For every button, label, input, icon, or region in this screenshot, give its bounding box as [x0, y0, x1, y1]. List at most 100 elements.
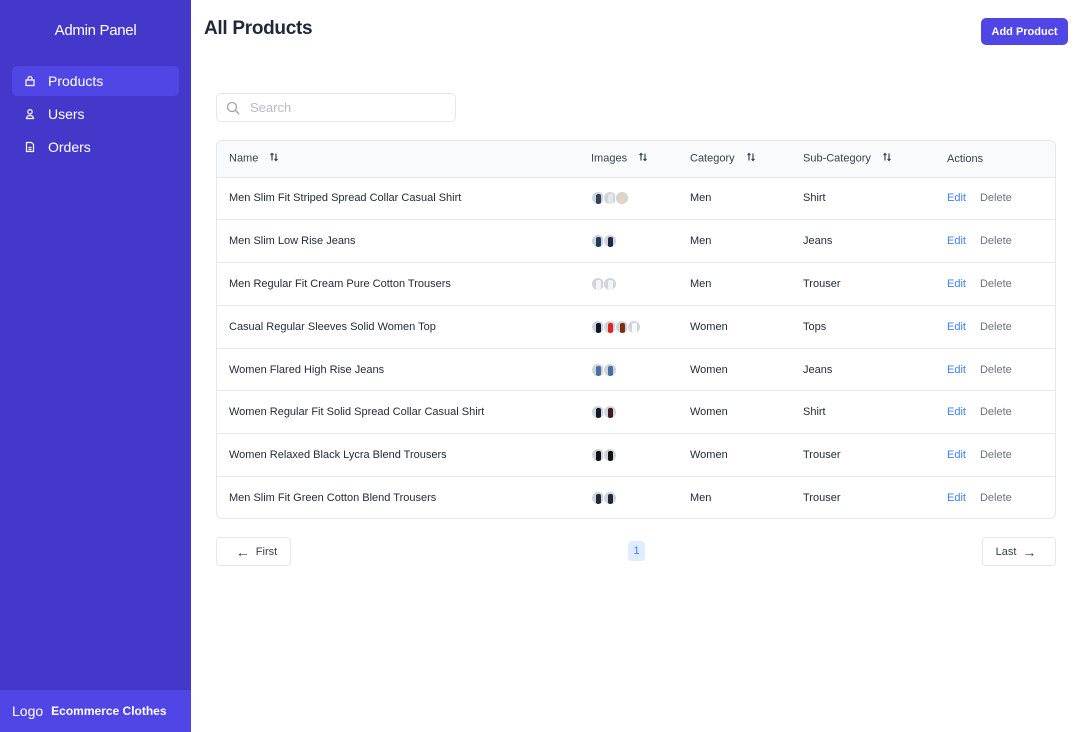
table-row: Men Slim Low Rise Jeans Men Jeans Edit Delet… — [217, 220, 1055, 263]
product-name: Women Flared High Rise Jeans — [229, 363, 385, 376]
add-product-button[interactable]: Add Product — [981, 18, 1068, 45]
arrow-right-icon: → — [1022, 543, 1037, 560]
product-category: Men — [690, 277, 712, 290]
sidebar-footer: Logo Ecommerce Clothes — [0, 690, 191, 732]
product-image-thumbnail[interactable] — [603, 405, 617, 420]
product-image-thumbnail[interactable] — [603, 276, 617, 291]
row-actions: Edit Delete — [935, 263, 1055, 306]
product-images — [579, 263, 678, 306]
row-actions: Edit Delete — [935, 177, 1055, 220]
row-actions: Edit Delete — [935, 391, 1055, 434]
product-image-thumbnail[interactable] — [603, 362, 617, 377]
table-row: Women Regular Fit Solid Spread Collar Ca… — [217, 391, 1055, 434]
delete-button[interactable]: Delete — [980, 321, 1012, 333]
column-header-sub-category[interactable]: Sub-Category — [791, 141, 935, 178]
search-icon — [226, 101, 240, 114]
edit-button[interactable]: Edit — [947, 406, 966, 418]
product-sub-category: Trouser — [803, 449, 841, 462]
column-header-name[interactable]: Name — [217, 141, 579, 178]
product-sub-category: Tops — [803, 320, 827, 333]
product-category: Men — [690, 235, 712, 248]
product-image-thumbnail[interactable] — [615, 191, 629, 206]
product-images — [579, 391, 678, 434]
table-row: Men Slim Fit Striped Spread Collar Casua… — [217, 177, 1055, 220]
sort-icon[interactable] — [269, 152, 279, 165]
product-sub-category: Shirt — [803, 406, 826, 419]
product-name: Casual Regular Sleeves Solid Women Top — [229, 320, 436, 333]
product-category: Women — [690, 406, 728, 419]
store-name: Ecommerce Clothes — [51, 704, 167, 718]
row-actions: Edit Delete — [935, 477, 1055, 518]
delete-button[interactable]: Delete — [980, 235, 1012, 247]
row-actions: Edit Delete — [935, 305, 1055, 348]
sort-icon[interactable] — [746, 152, 756, 165]
product-category: Men — [690, 192, 712, 205]
product-images — [579, 477, 678, 518]
delete-button[interactable]: Delete — [980, 364, 1012, 376]
product-name: Women Relaxed Black Lycra Blend Trousers — [229, 449, 447, 462]
delete-button[interactable]: Delete — [980, 492, 1012, 504]
page-number-current[interactable]: 1 — [628, 541, 645, 561]
row-actions: Edit Delete — [935, 348, 1055, 391]
last-page-button[interactable]: Last → — [982, 537, 1056, 566]
delete-button[interactable]: Delete — [980, 192, 1012, 204]
sidebar-item-users[interactable]: Users — [12, 99, 179, 129]
column-header-category[interactable]: Category — [678, 141, 791, 178]
edit-button[interactable]: Edit — [947, 321, 966, 333]
search-box — [216, 93, 456, 122]
product-category: Men — [690, 492, 712, 505]
product-image-thumbnail[interactable] — [627, 319, 641, 334]
table-row: Men Regular Fit Cream Pure Cotton Trouse… — [217, 263, 1055, 306]
user-icon — [24, 108, 36, 120]
edit-button[interactable]: Edit — [947, 278, 966, 290]
product-image-thumbnail[interactable] — [603, 491, 617, 506]
column-header-images[interactable]: Images — [579, 141, 678, 178]
sidebar-item-label: Products — [48, 73, 104, 89]
delete-button[interactable]: Delete — [980, 406, 1012, 418]
product-name: Men Slim Low Rise Jeans — [229, 235, 356, 248]
sidebar: Admin Panel Products Users Orders Logo E… — [0, 0, 191, 732]
product-images — [579, 220, 678, 263]
product-category: Women — [690, 363, 728, 376]
product-name: Men Regular Fit Cream Pure Cotton Trouse… — [229, 277, 451, 290]
table-row: Women Relaxed Black Lycra Blend Trousers… — [217, 434, 1055, 477]
edit-button[interactable]: Edit — [947, 192, 966, 204]
edit-button[interactable]: Edit — [947, 364, 966, 376]
products-table: Name Images Category Sub-Category Action… — [216, 140, 1056, 519]
edit-button[interactable]: Edit — [947, 235, 966, 247]
product-image-thumbnail[interactable] — [603, 234, 617, 249]
sidebar-item-orders[interactable]: Orders — [12, 132, 179, 162]
sidebar-item-products[interactable]: Products — [12, 66, 179, 96]
edit-button[interactable]: Edit — [947, 492, 966, 504]
shopping-bag-icon — [24, 75, 36, 87]
logo: Logo — [12, 703, 44, 719]
edit-button[interactable]: Edit — [947, 449, 966, 461]
sort-icon[interactable] — [882, 152, 892, 165]
document-icon — [24, 141, 36, 153]
product-sub-category: Trouser — [803, 277, 841, 290]
table-row: Casual Regular Sleeves Solid Women Top Wo… — [217, 305, 1055, 349]
product-category: Women — [690, 449, 728, 462]
product-sub-category: Trouser — [803, 492, 841, 505]
product-name: Men Slim Fit Striped Spread Collar Casua… — [229, 192, 462, 205]
product-image-thumbnail[interactable] — [603, 448, 617, 463]
product-category: Women — [690, 320, 728, 333]
product-sub-category: Jeans — [803, 235, 833, 248]
table-row: Men Slim Fit Green Cotton Blend Trousers… — [217, 477, 1055, 518]
product-images — [579, 434, 678, 477]
product-sub-category: Shirt — [803, 192, 826, 205]
sidebar-item-label: Orders — [48, 139, 91, 155]
product-images — [579, 177, 678, 220]
product-images — [579, 348, 678, 391]
product-name: Men Slim Fit Green Cotton Blend Trousers — [229, 492, 437, 505]
search-input[interactable] — [250, 100, 440, 115]
delete-button[interactable]: Delete — [980, 449, 1012, 461]
sort-icon[interactable] — [638, 152, 648, 165]
table-row: Women Flared High Rise Jeans Women Jeans Ed… — [217, 348, 1055, 391]
table-header-row: Name Images Category Sub-Category Action… — [217, 141, 1055, 178]
first-page-button[interactable]: ← First — [216, 537, 291, 566]
column-header-actions: Actions — [935, 141, 1055, 178]
row-actions: Edit Delete — [935, 220, 1055, 263]
delete-button[interactable]: Delete — [980, 278, 1012, 290]
sidebar-item-label: Users — [48, 106, 85, 122]
